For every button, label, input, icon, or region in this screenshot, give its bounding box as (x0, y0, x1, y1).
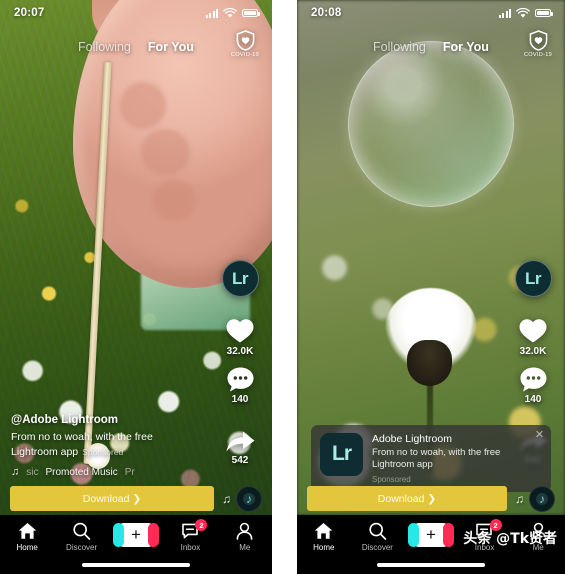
status-bar: 20:07 (0, 0, 272, 26)
covid-label: COVID-19 (523, 52, 553, 58)
nav-home[interactable]: Home (0, 522, 54, 552)
nav-me-label: Me (239, 543, 251, 552)
source-watermark: 头条 @Tk贤者 (463, 531, 557, 547)
comment-icon (227, 367, 253, 392)
nav-discover-label: Discover (66, 543, 98, 552)
home-icon (18, 523, 37, 539)
home-indicator (377, 563, 485, 567)
comparison-screenshot: 20:07 Following For You COVID-19 Lr 32.0… (0, 0, 565, 574)
download-row-right: Download ❯ ♫ ♪ (297, 482, 565, 515)
create-plus-icon[interactable]: + (113, 523, 160, 547)
nav-create[interactable]: + (404, 522, 458, 550)
music-note-icon: ♫ (222, 491, 231, 506)
signal-bars-icon (499, 8, 511, 18)
music-marquee[interactable]: ♫ sic Promoted Music Pr (11, 466, 186, 478)
home-icon (314, 523, 333, 539)
create-plus-icon[interactable]: + (407, 523, 454, 547)
ad-title: Adobe Lightroom (372, 432, 452, 445)
caption-username[interactable]: @Adobe Lightroom (11, 414, 191, 426)
nav-home-label: Home (313, 543, 335, 552)
avatar[interactable]: Lr (514, 260, 552, 297)
ad-card-body: Adobe Lightroom From no to woah, with th… (372, 433, 542, 484)
soap-bubble (347, 41, 515, 208)
app-icon-lightroom: Lr (320, 432, 363, 476)
wifi-icon (223, 7, 237, 18)
download-row-extras: ♫ ♪ (222, 485, 262, 512)
battery-icon (242, 8, 260, 18)
comment-button[interactable]: 140 (226, 366, 255, 405)
search-icon (369, 522, 387, 540)
download-row-left: Download ❯ ♫ ♪ (0, 482, 272, 515)
covid-info-button[interactable]: COVID-19 (228, 30, 262, 58)
wifi-icon (516, 7, 530, 18)
person-icon (236, 522, 253, 540)
music-trail: Pr (124, 466, 135, 478)
heart-icon (519, 319, 547, 343)
tab-following[interactable]: Following (373, 40, 426, 54)
download-button[interactable]: Download ❯ (307, 486, 507, 511)
phone-screen-left: 20:07 Following For You COVID-19 Lr 32.0… (0, 0, 272, 574)
comment-count: 140 (524, 394, 542, 405)
nav-me[interactable]: Me (218, 522, 272, 552)
status-clock: 20:08 (311, 7, 342, 19)
download-row-extras: ♫ ♪ (515, 485, 555, 512)
music-lead: sic (26, 466, 39, 478)
nav-discover[interactable]: Discover (54, 522, 108, 552)
shield-heart-icon (529, 30, 547, 51)
nav-home-label: Home (16, 543, 38, 552)
tab-for-you[interactable]: For You (443, 40, 489, 54)
covid-info-button[interactable]: COVID-19 (521, 30, 555, 58)
nav-inbox-label: Inbox (180, 543, 201, 552)
nav-create[interactable]: + (109, 522, 163, 550)
battery-icon (535, 8, 553, 18)
like-button[interactable]: 32.0K (225, 317, 255, 357)
nav-home[interactable]: Home (297, 522, 351, 552)
status-bar: 20:08 (297, 0, 565, 26)
comment-button[interactable]: 140 (519, 366, 548, 405)
status-indicators (206, 7, 260, 19)
signal-bars-icon (206, 8, 218, 18)
heart-icon (226, 319, 254, 343)
comment-icon (520, 367, 546, 392)
knuckle-shade (152, 180, 196, 222)
music-note-icon: ♫ (11, 466, 20, 478)
avatar[interactable]: Lr (221, 260, 259, 297)
record-disc-icon[interactable]: ♪ (236, 485, 262, 512)
nav-inbox[interactable]: 2 Inbox (163, 519, 217, 552)
sponsored-label: Sponsored (82, 446, 124, 457)
music-title: Promoted Music (45, 466, 118, 478)
phone-screen-right: 20:08 Following For You COVID-19 Lr 32.0… (297, 0, 565, 574)
nav-discover[interactable]: Discover (351, 522, 405, 552)
inbox-badge: 2 (195, 519, 208, 531)
tab-following[interactable]: Following (78, 40, 131, 54)
share-arrow-icon (226, 431, 254, 452)
search-icon (73, 522, 91, 540)
home-indicator (82, 563, 190, 567)
record-disc-icon[interactable]: ♪ (529, 485, 555, 512)
share-count: 542 (231, 455, 249, 466)
like-count: 32.0K (519, 346, 547, 357)
download-button[interactable]: Download ❯ (10, 486, 214, 511)
shield-heart-icon (236, 30, 254, 51)
music-note-icon: ♫ (515, 491, 524, 506)
comment-count: 140 (231, 394, 249, 405)
covid-label: COVID-19 (230, 52, 260, 58)
video-caption-left: @Adobe Lightroom From no to woah, with t… (11, 414, 191, 478)
ad-description: From no to woah, with the free Lightroom… (372, 446, 501, 471)
nav-discover-label: Discover (361, 543, 393, 552)
knuckle-shade (119, 82, 166, 129)
like-button[interactable]: 32.0K (518, 317, 548, 357)
tab-for-you[interactable]: For You (148, 40, 194, 54)
caption-text: From no to woah, with the free Lightroom… (11, 430, 191, 459)
like-count: 32.0K (226, 346, 254, 357)
share-button[interactable]: 542 (225, 429, 256, 466)
status-indicators (499, 7, 553, 19)
action-rail-left: Lr 32.0K 140 542 (216, 260, 264, 466)
close-icon[interactable]: ✕ (534, 429, 545, 441)
status-clock: 20:07 (14, 7, 45, 19)
